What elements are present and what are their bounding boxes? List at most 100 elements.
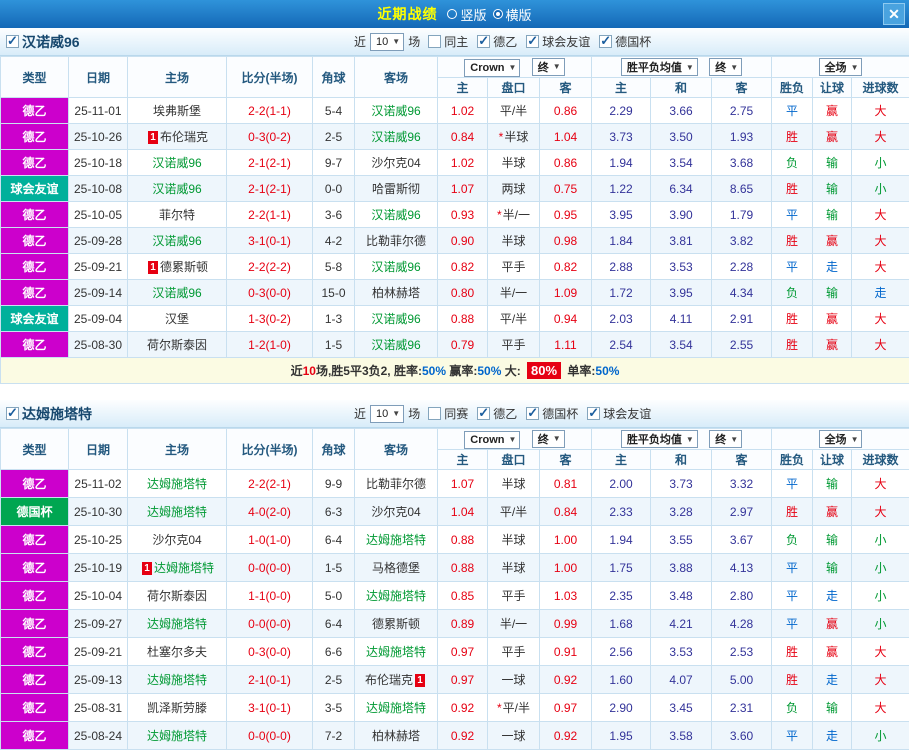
home-odds-cell: 1.02 — [437, 149, 488, 176]
team-checkbox-icon[interactable] — [6, 34, 19, 48]
result-handicap-cell: 输 — [812, 525, 853, 554]
checkbox-icon[interactable] — [477, 406, 491, 420]
result-goals-cell: 小 — [851, 721, 909, 750]
match-count-select[interactable]: 10 ▼ — [370, 32, 405, 51]
avg-away-cell: 2.80 — [711, 581, 773, 610]
avg-draw-cell: 3.73 — [650, 469, 713, 498]
away-odds-cell: 0.81 — [538, 469, 593, 498]
radio-vertical-icon[interactable] — [447, 9, 458, 19]
avg-home-cell: 1.95 — [591, 721, 652, 750]
bookmaker-select[interactable]: Crown ▼ — [464, 430, 521, 449]
col-away: 客场 — [354, 56, 438, 98]
handicap-cell: 平手 — [487, 253, 540, 280]
avg-draw-cell: 6.34 — [650, 175, 713, 202]
result-handicap-cell: 赢 — [812, 609, 853, 638]
corner-cell: 7-2 — [312, 721, 355, 750]
checkbox-icon[interactable] — [526, 34, 540, 48]
home-team-name: 德累斯顿 — [159, 260, 208, 274]
result-handicap-cell: 赢 — [812, 123, 853, 150]
checkbox-icon[interactable] — [599, 34, 613, 48]
red-card-icon: 1 — [415, 674, 425, 687]
result-wdl-cell: 平 — [771, 469, 814, 498]
layout-vertical-option[interactable]: 竖版 — [460, 5, 486, 24]
home-team-cell: 埃弗斯堡 — [127, 97, 227, 124]
home-team-cell: 荷尔斯泰因 — [127, 331, 227, 358]
filter-option[interactable]: 德国杯 — [599, 33, 651, 50]
date-cell: 25-11-01 — [68, 97, 128, 124]
away-team-cell: 汉诺威96 — [354, 331, 438, 358]
topbar: 近期战绩 竖版 横版 ✕ — [0, 0, 909, 28]
avg-draw-cell: 3.53 — [650, 253, 713, 280]
avg-away-cell: 3.32 — [711, 469, 773, 498]
checkbox-icon[interactable] — [526, 406, 540, 420]
filter-option[interactable]: 德国杯 — [526, 405, 578, 422]
home-team-name: 达姆施塔特 — [146, 617, 207, 631]
avg-away-cell: 8.65 — [711, 175, 773, 202]
date-cell: 25-10-26 — [68, 123, 128, 150]
filter-option[interactable]: 同赛 — [428, 405, 468, 422]
match-count-select[interactable]: 10 ▼ — [370, 404, 405, 423]
result-handicap-cell: 赢 — [812, 331, 853, 358]
avg-odds-select[interactable]: 胜平负均值 ▼ — [620, 58, 698, 76]
layout-horizontal-option[interactable]: 横版 — [506, 5, 532, 24]
odds-final-select[interactable]: 终 ▼ — [531, 57, 565, 76]
result-handicap-cell: 输 — [812, 175, 853, 202]
col-result-goals: 进球数 — [851, 77, 909, 98]
checkbox-icon[interactable] — [477, 34, 491, 48]
home-team-cell: 达姆施塔特 — [127, 721, 227, 750]
close-icon[interactable]: ✕ — [883, 3, 905, 25]
away-team-cell: 汉诺威96 — [354, 253, 438, 280]
corner-cell: 9-9 — [312, 469, 355, 498]
scope-select[interactable]: 全场 ▼ — [818, 58, 863, 76]
corner-cell: 2-5 — [312, 123, 355, 150]
result-goals-cell: 小 — [851, 149, 909, 176]
away-odds-cell: 0.94 — [538, 305, 593, 332]
red-card-icon: 1 — [147, 261, 158, 274]
col-handicap: 盘口 — [487, 77, 540, 98]
checkbox-icon[interactable] — [428, 407, 442, 420]
corner-cell: 6-3 — [312, 497, 355, 526]
home-odds-cell: 0.79 — [437, 331, 488, 358]
score-cell: 2-1(2-1) — [226, 175, 313, 202]
filter-option[interactable]: 同主 — [428, 33, 468, 50]
avg-home-cell: 3.95 — [591, 201, 652, 228]
team-checkbox-icon[interactable] — [6, 406, 19, 420]
league-cell: 德乙 — [0, 609, 69, 638]
home-team-cell: 汉诺威96 — [127, 279, 227, 306]
bookmaker-select[interactable]: Crown ▼ — [464, 58, 521, 77]
avg-group-header: 胜平负均值 ▼ 终 ▼ — [591, 428, 773, 450]
result-goals-cell: 大 — [851, 97, 909, 124]
handicap-cell: *半球 — [487, 123, 540, 150]
checkbox-icon[interactable] — [428, 35, 442, 48]
league-cell: 德乙 — [0, 581, 69, 610]
home-team-name: 达姆施塔特 — [146, 505, 207, 519]
filter-option[interactable]: 球会友谊 — [587, 405, 651, 422]
chevron-down-icon: ▼ — [508, 435, 517, 444]
avg-final-select[interactable]: 终 ▼ — [709, 58, 743, 76]
away-team-cell: 达姆施塔特 — [354, 637, 438, 666]
result-handicap-cell: 赢 — [812, 637, 853, 666]
checkbox-icon[interactable] — [587, 406, 601, 420]
filter-option[interactable]: 德乙 — [477, 33, 517, 50]
summary-cell: 近10场,胜5平3负2, 胜率:50% 赢率:50% 大: 80% 单率:50% — [0, 357, 909, 384]
result-goals-cell: 大 — [851, 123, 909, 150]
result-wdl-cell: 胜 — [771, 665, 814, 694]
home-odds-cell: 0.85 — [437, 581, 488, 610]
avg-final-select[interactable]: 终 ▼ — [709, 430, 743, 448]
result-goals-cell: 大 — [851, 305, 909, 332]
filter-option[interactable]: 德乙 — [477, 405, 517, 422]
date-cell: 25-10-18 — [68, 149, 128, 176]
odds-final-select[interactable]: 终 ▼ — [531, 429, 565, 448]
score-cell: 0-3(0-2) — [226, 123, 313, 150]
away-team-name: 汉诺威96 — [371, 260, 421, 274]
avg-away-cell: 4.13 — [711, 553, 773, 582]
chevron-down-icon: ▼ — [730, 434, 739, 444]
radio-horizontal-icon[interactable] — [492, 9, 503, 19]
avg-odds-select[interactable]: 胜平负均值 ▼ — [620, 430, 698, 448]
filter-option[interactable]: 球会友谊 — [526, 33, 590, 50]
away-odds-cell: 0.86 — [538, 149, 593, 176]
scope-select[interactable]: 全场 ▼ — [818, 430, 863, 448]
match-row: 德国杯 25-10-30 达姆施塔特 4-0(2-0) 6-3 沙尔克04 1.04 平/半 0… — [0, 497, 909, 526]
date-cell: 25-10-25 — [68, 525, 128, 554]
away-odds-cell: 0.92 — [538, 665, 593, 694]
